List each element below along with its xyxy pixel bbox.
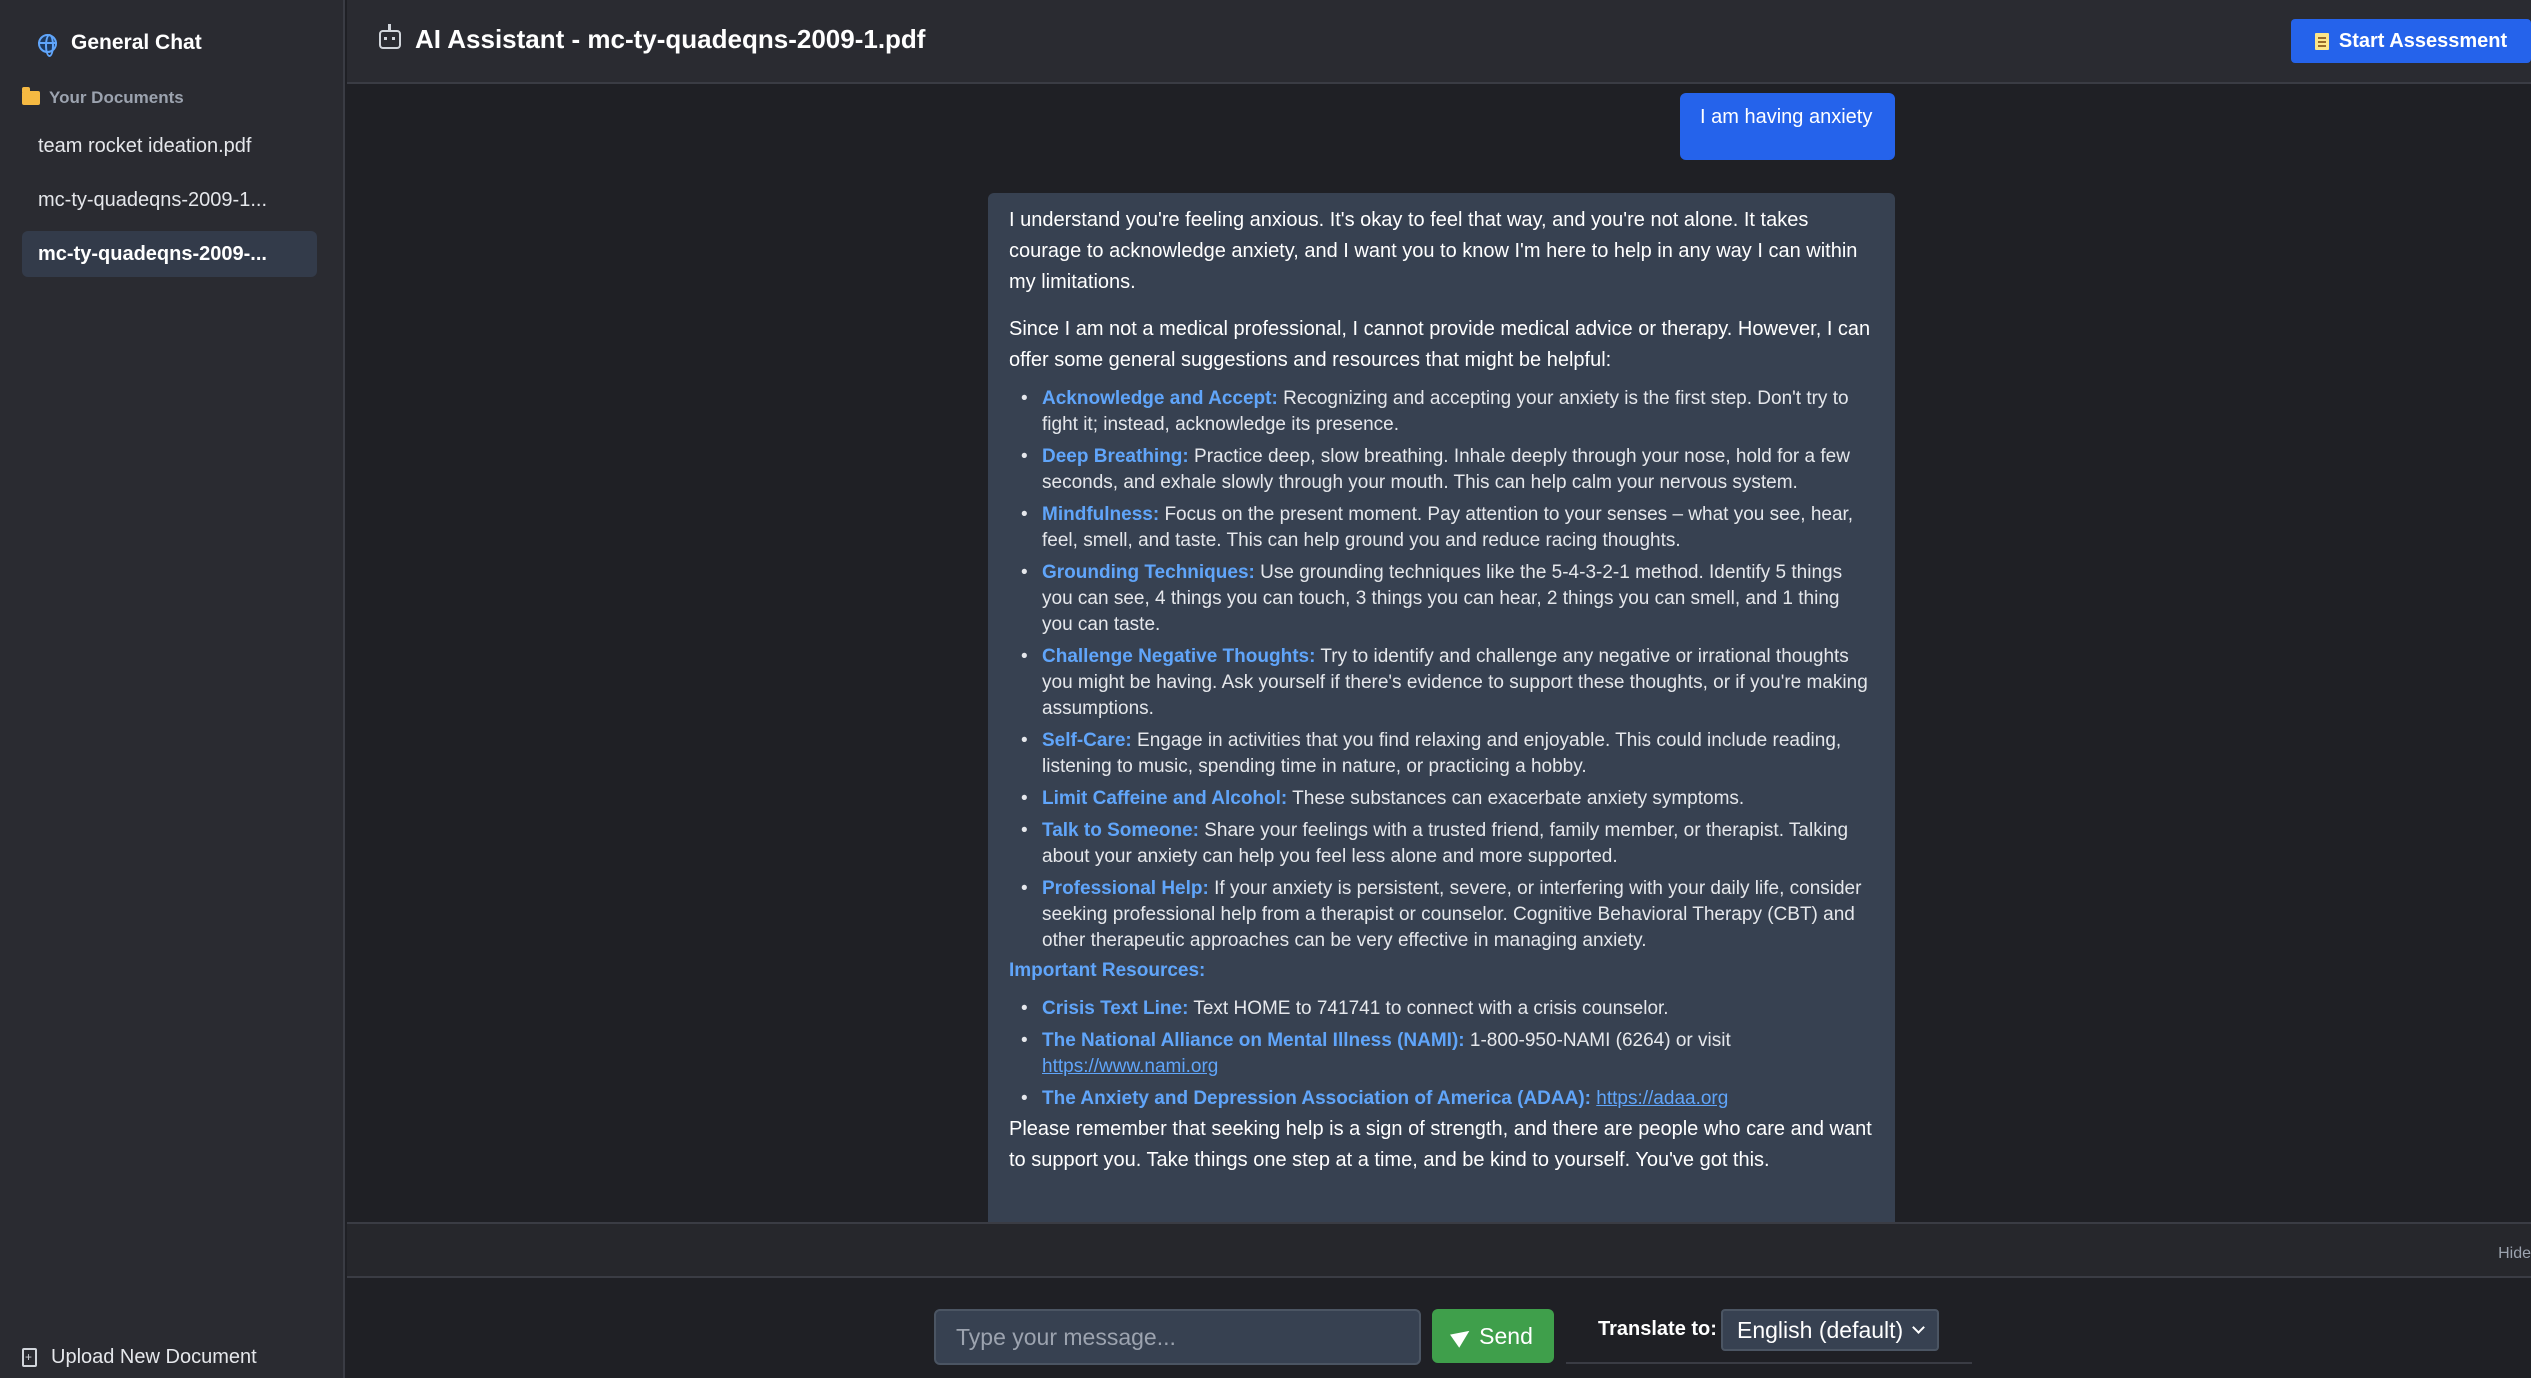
list-item: Professional Help: If your anxiety is pe…: [1009, 876, 1875, 954]
send-label: Send: [1479, 1322, 1533, 1349]
list-item: Mindfulness: Focus on the present moment…: [1009, 502, 1875, 554]
translate-label: Translate to:: [1598, 1318, 1717, 1340]
list-item: The National Alliance on Mental Illness …: [1009, 1028, 1875, 1080]
resource-text: 1-800-950-NAMI (6264) or visit: [1464, 1030, 1731, 1051]
resource-title: Crisis Text Line:: [1042, 998, 1189, 1019]
folder-icon: [22, 87, 40, 105]
upload-document-button[interactable]: Upload New Document: [22, 1346, 257, 1369]
tip-title: Limit Caffeine and Alcohol:: [1042, 788, 1288, 809]
list-item: Deep Breathing: Practice deep, slow brea…: [1009, 444, 1875, 496]
assistant-closing: Please remember that seeking help is a s…: [1009, 1118, 1872, 1171]
general-chat-button[interactable]: General Chat: [38, 26, 202, 60]
document-item-quadeqns-1[interactable]: mc-ty-quadeqns-2009-1...: [22, 177, 317, 223]
page-title: AI Assistant - mc-ty-quadeqns-2009-1.pdf: [415, 24, 926, 54]
assistant-message-bubble: I understand you're feeling anxious. It'…: [988, 193, 1895, 1223]
document-item-team-rocket[interactable]: team rocket ideation.pdf: [22, 123, 317, 169]
send-button[interactable]: Send: [1432, 1309, 1554, 1363]
list-item: Crisis Text Line: Text HOME to 741741 to…: [1009, 996, 1875, 1022]
list-item: Challenge Negative Thoughts: Try to iden…: [1009, 644, 1875, 722]
upload-label: Upload New Document: [51, 1346, 257, 1368]
tip-title: Grounding Techniques:: [1042, 562, 1255, 583]
resource-text: Text HOME to 741741 to connect with a cr…: [1188, 998, 1669, 1019]
list-item: Talk to Someone: Share your feelings wit…: [1009, 818, 1875, 870]
list-item: Acknowledge and Accept: Recognizing and …: [1009, 386, 1875, 438]
tip-title: Self-Care:: [1042, 730, 1132, 751]
tip-title: Mindfulness:: [1042, 504, 1160, 525]
tip-title: Deep Breathing:: [1042, 446, 1189, 467]
robot-icon: [379, 24, 401, 49]
message-input[interactable]: [934, 1309, 1421, 1365]
tip-title: Talk to Someone:: [1042, 820, 1199, 841]
documents-header-label: Your Documents: [49, 88, 184, 107]
resource-title: The National Alliance on Mental Illness …: [1042, 1030, 1465, 1051]
chat-header: AI Assistant - mc-ty-quadeqns-2009-1.pdf…: [347, 0, 2531, 84]
list-item: Limit Caffeine and Alcohol: These substa…: [1009, 786, 1875, 812]
globe-icon: [38, 33, 57, 57]
tip-text: Engage in activities that you find relax…: [1042, 730, 1842, 777]
chevron-down-icon: [1912, 1321, 1925, 1334]
tip-title: Challenge Negative Thoughts:: [1042, 646, 1316, 667]
paper-plane-icon: [1450, 1324, 1475, 1348]
language-select-value: English (default): [1737, 1316, 1904, 1343]
general-chat-label: General Chat: [71, 31, 202, 54]
memo-icon: [2314, 32, 2329, 50]
assistant-intro-1: I understand you're feeling anxious. It'…: [1009, 209, 1858, 293]
tips-list: Acknowledge and Accept: Recognizing and …: [1009, 386, 1875, 954]
documents-header: Your Documents: [22, 87, 184, 108]
language-select[interactable]: English (default): [1721, 1309, 1939, 1351]
resources-list: Crisis Text Line: Text HOME to 741741 to…: [1009, 996, 1875, 1112]
tip-title: Professional Help:: [1042, 878, 1209, 899]
adaa-link[interactable]: https://adaa.org: [1596, 1088, 1728, 1109]
assistant-intro-2: Since I am not a medical professional, I…: [1009, 318, 1871, 371]
divider: [1566, 1362, 1972, 1364]
document-item-quadeqns-active[interactable]: mc-ty-quadeqns-2009-...: [22, 231, 317, 277]
tip-text: These substances can exacerbate anxiety …: [1287, 788, 1745, 809]
start-assessment-label: Start Assessment: [2338, 29, 2508, 52]
list-item: Grounding Techniques: Use grounding tech…: [1009, 560, 1875, 638]
resource-title: The Anxiety and Depression Association o…: [1042, 1088, 1591, 1109]
user-message-text: I am having anxiety: [1700, 106, 1873, 128]
tip-title: Acknowledge and Accept:: [1042, 388, 1278, 409]
list-item: Self-Care: Engage in activities that you…: [1009, 728, 1875, 780]
sidebar: General Chat Your Documents team rocket …: [0, 0, 345, 1378]
resources-heading: Important Resources:: [1009, 960, 1206, 981]
file-upload-icon: [22, 1348, 37, 1367]
user-message-bubble: I am having anxiety: [1680, 93, 1895, 160]
list-item: The Anxiety and Depression Association o…: [1009, 1086, 1875, 1112]
nami-link[interactable]: https://www.nami.org: [1042, 1056, 1218, 1077]
tip-text: Focus on the present moment. Pay attenti…: [1042, 504, 1854, 551]
start-assessment-button[interactable]: Start Assessment: [2291, 19, 2531, 63]
hide-toggle[interactable]: Hide: [2498, 1245, 2531, 1263]
translation-panel-bar: Hide: [347, 1222, 2531, 1278]
